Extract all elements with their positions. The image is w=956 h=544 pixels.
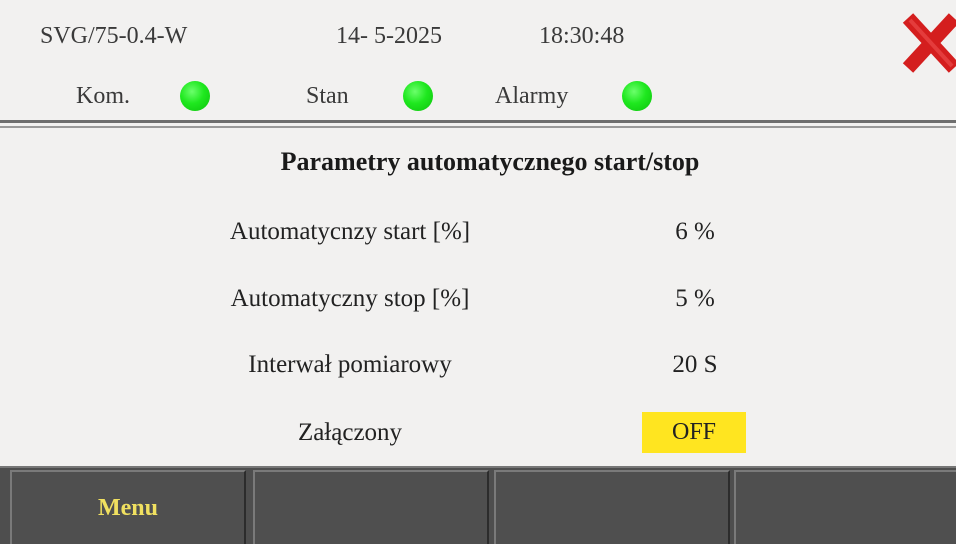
auto-stop-value[interactable]: 5 %	[620, 284, 770, 314]
softkey-bar-divider	[0, 466, 956, 468]
stan-label: Stan	[306, 83, 349, 109]
auto-stop-label: Automatyczny stop [%]	[230, 285, 470, 312]
header-divider-light	[0, 126, 956, 128]
close-x-icon	[902, 13, 956, 73]
enabled-label: Załączony	[297, 419, 403, 446]
softkey-2[interactable]	[253, 470, 489, 544]
kom-label: Kom.	[76, 83, 130, 109]
stan-status-led-icon	[403, 81, 433, 111]
auto-start-label: Automatycnzy start [%]	[229, 218, 471, 245]
alarmy-status-led-icon	[622, 81, 652, 111]
softkey-4[interactable]	[734, 470, 956, 544]
alarmy-label: Alarmy	[495, 83, 569, 109]
header-divider	[0, 120, 956, 123]
auto-start-value[interactable]: 6 %	[620, 217, 770, 247]
measurement-interval-value[interactable]: 20 S	[620, 350, 770, 380]
enabled-toggle-button[interactable]: OFF	[642, 412, 746, 453]
softkey-3[interactable]	[494, 470, 730, 544]
hmi-screen: SVG/75-0.4-W 14- 5-2025 18:30:48 Kom. St…	[0, 0, 956, 544]
close-button[interactable]	[900, 8, 956, 76]
measurement-interval-label: Interwał pomiarowy	[248, 351, 452, 378]
device-id: SVG/75-0.4-W	[40, 23, 188, 49]
date-display: 14- 5-2025	[336, 23, 442, 49]
time-display: 18:30:48	[539, 23, 625, 49]
page-title: Parametry automatycznego start/stop	[280, 147, 700, 176]
menu-button[interactable]: Menu	[10, 470, 246, 544]
kom-status-led-icon	[180, 81, 210, 111]
status-header: SVG/75-0.4-W 14- 5-2025 18:30:48 Kom. St…	[0, 0, 956, 120]
